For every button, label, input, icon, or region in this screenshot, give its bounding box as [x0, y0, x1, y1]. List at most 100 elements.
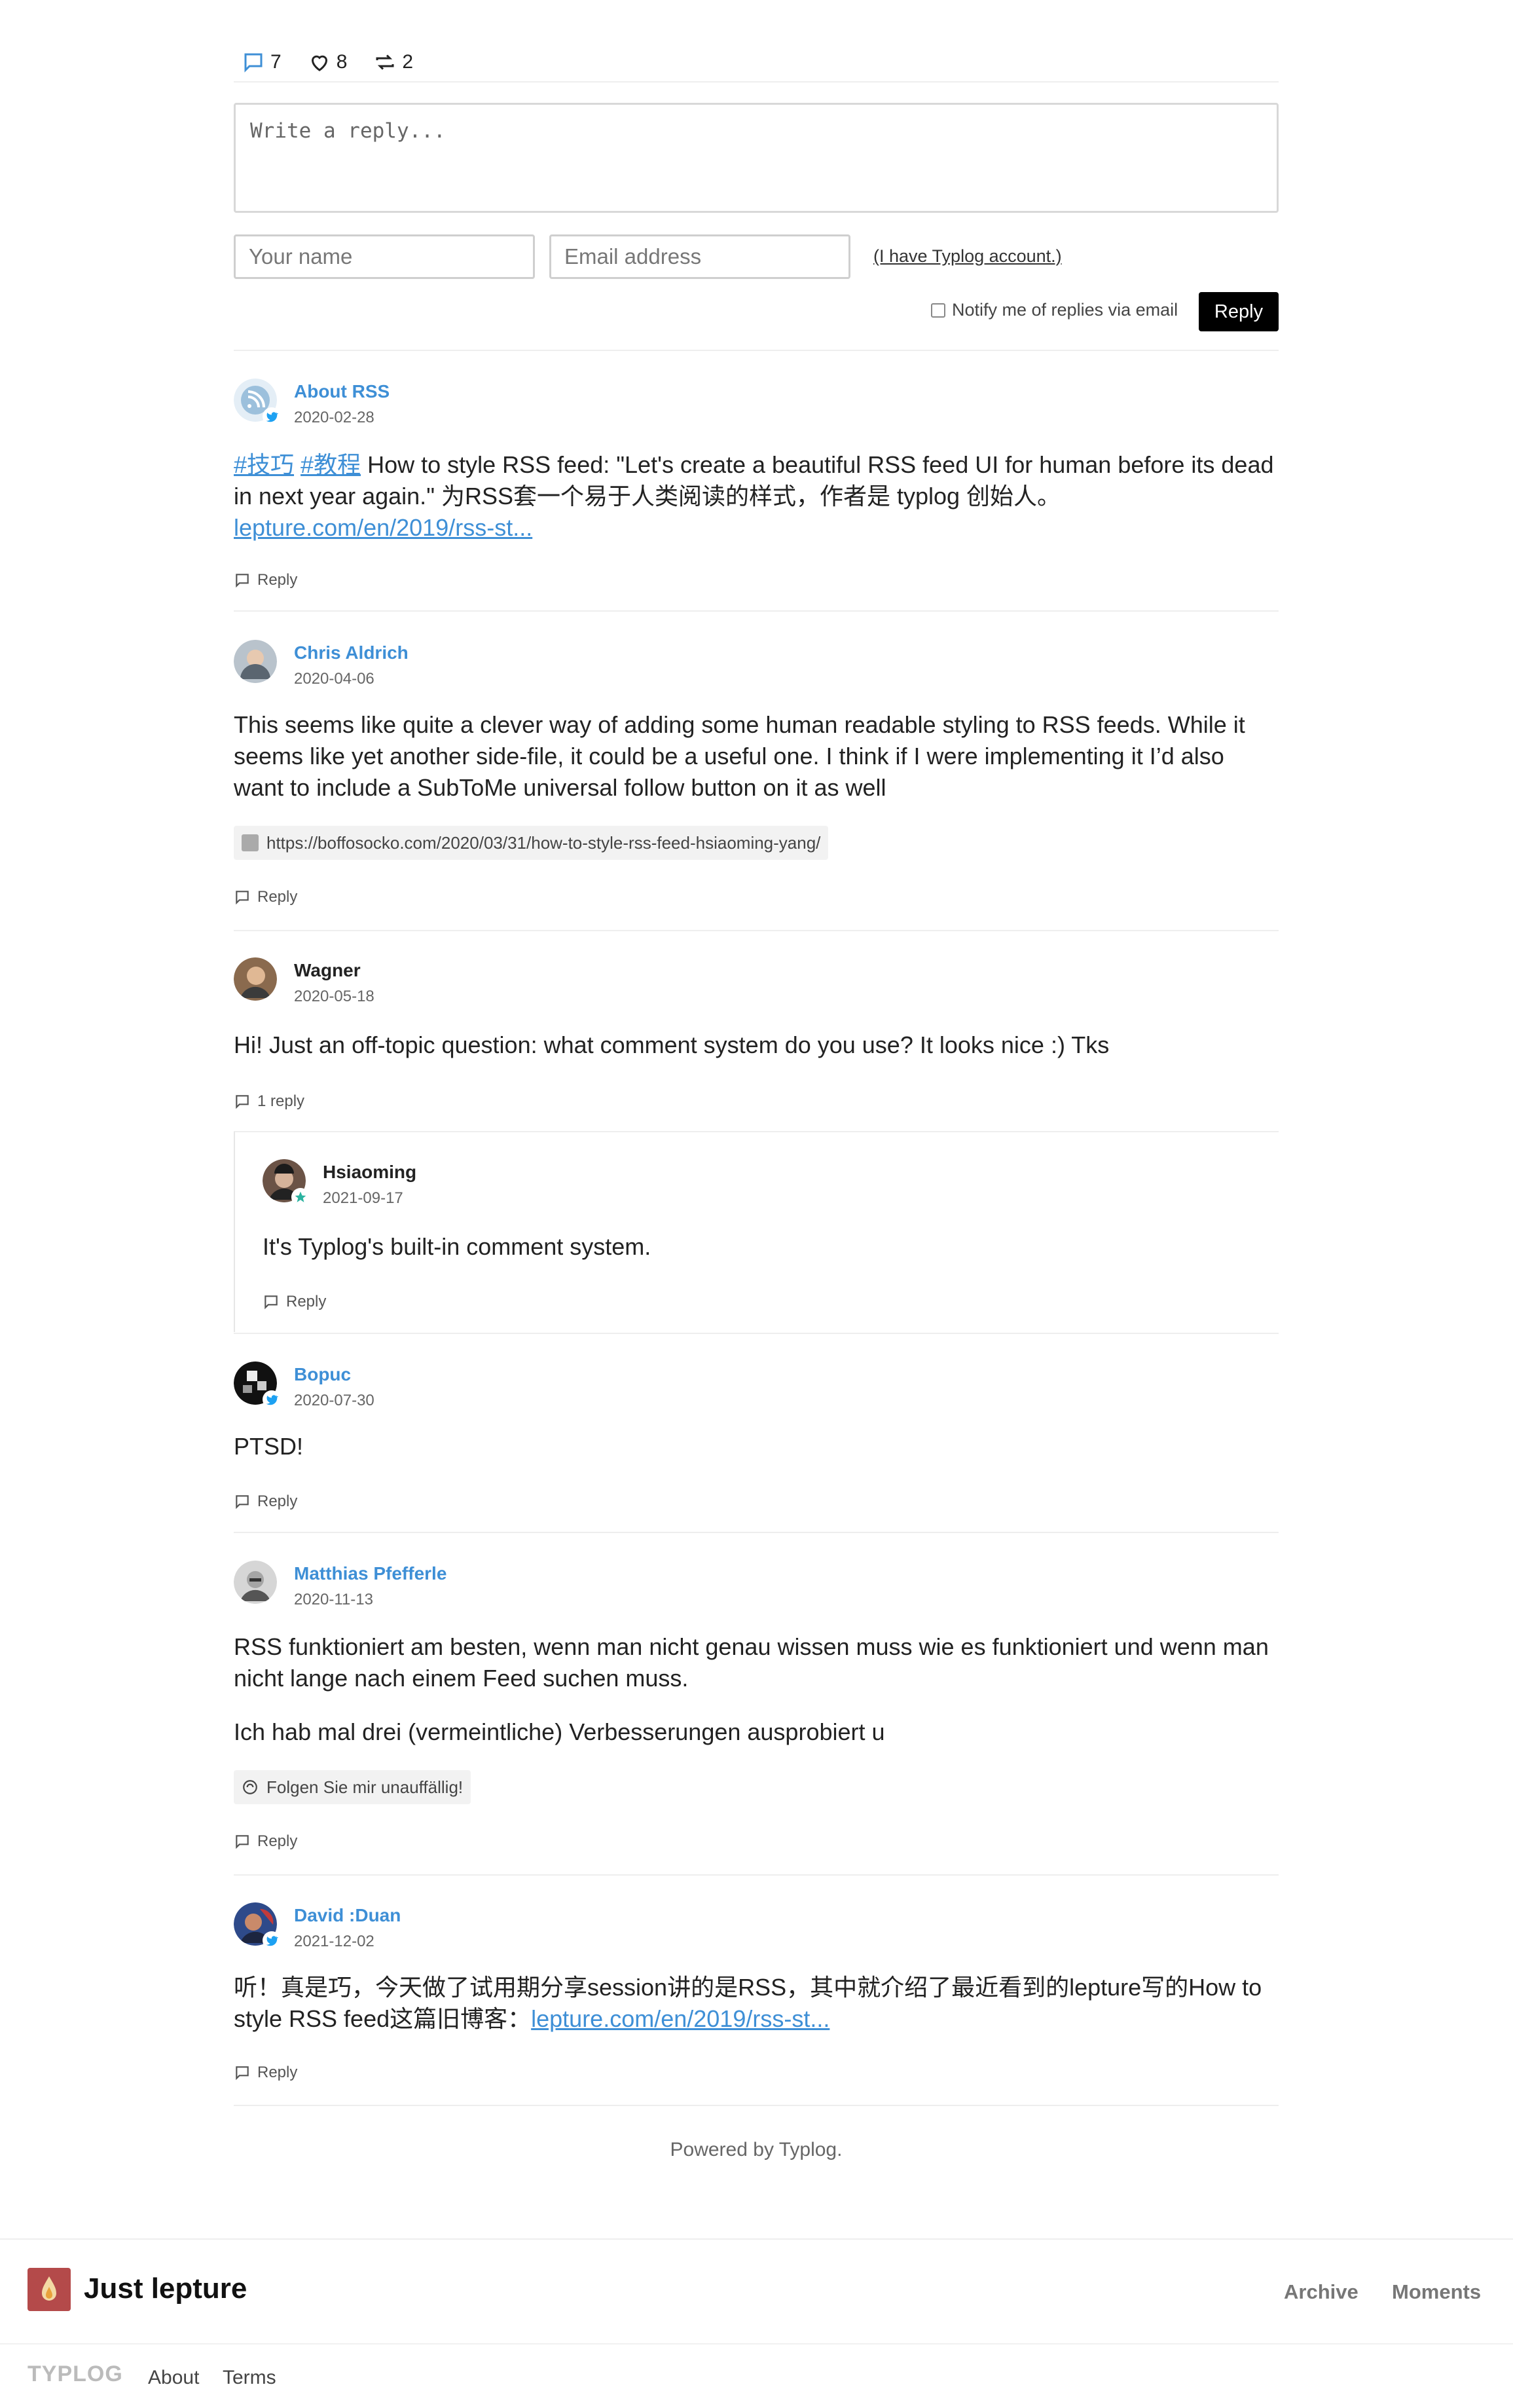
notify-checkbox[interactable] [931, 303, 945, 318]
divider [234, 1532, 1279, 1533]
notify-label: Notify me of replies via email [952, 300, 1178, 320]
avatar[interactable] [234, 1561, 277, 1604]
divider [234, 1874, 1279, 1876]
reposts-count-value: 2 [402, 51, 414, 73]
comment-author[interactable]: Chris Aldrich [294, 642, 409, 663]
reply-link[interactable]: Reply [234, 2064, 297, 2082]
reply-label: Reply [257, 1492, 298, 1510]
avatar[interactable] [234, 1361, 281, 1409]
divider [0, 2343, 1513, 2344]
avatar[interactable] [234, 1902, 281, 1950]
person-avatar-icon [234, 957, 277, 1001]
reply-count-label: 1 reply [257, 1092, 305, 1110]
comment-icon [236, 574, 249, 588]
powered-by[interactable]: Powered by Typlog. [234, 2139, 1279, 2161]
nav-moments[interactable]: Moments [1392, 2280, 1481, 2304]
comment-date: 2020-02-28 [294, 409, 374, 426]
heart-icon [311, 55, 327, 71]
comment-text: PTSD! [234, 1433, 304, 1460]
reply-label: Reply [257, 571, 298, 589]
reply-label: Reply [257, 1832, 298, 1850]
submit-reply-button[interactable]: Reply [1199, 292, 1279, 331]
reply-link[interactable]: Reply [234, 1492, 297, 1511]
comment-text: It's Typlog's built-in comment system. [263, 1233, 651, 1260]
avatar[interactable] [234, 640, 277, 683]
link-preview[interactable]: https://boffosocko.com/2020/03/31/how-to… [234, 826, 829, 860]
likes-count[interactable]: 8 [308, 50, 348, 74]
link-preview-title: Folgen Sie mir unauffällig! [266, 1777, 464, 1797]
comments-count-value: 7 [270, 51, 282, 73]
divider [234, 2105, 1279, 2106]
comment-icon [236, 1095, 249, 1109]
comment-icon [264, 1295, 278, 1310]
reply-label: Reply [286, 1293, 327, 1310]
divider [0, 2238, 1513, 2240]
site-logo[interactable] [27, 2268, 71, 2311]
comment-link[interactable]: lepture.com/en/2019/rss-st... [234, 514, 532, 541]
twitter-icon [263, 1390, 281, 1409]
comment-icon [236, 891, 249, 905]
notify-option[interactable]: Notify me of replies via email [931, 300, 1178, 320]
comment-text: This seems like quite a clever way of ad… [234, 711, 1245, 801]
reposts-count[interactable]: 2 [373, 50, 413, 74]
email-input[interactable]: Email address [549, 234, 850, 279]
reply-link[interactable]: Reply [234, 888, 297, 906]
reply-thread-line [234, 1132, 235, 1332]
reply-label: Reply [257, 2064, 298, 2081]
avatar[interactable] [234, 379, 281, 426]
comment-text: RSS funktioniert am besten, wenn man nic… [234, 1633, 1269, 1692]
hashtag-link[interactable]: #教程 [301, 451, 361, 478]
favicon-icon [242, 834, 259, 851]
name-input[interactable]: Your name [234, 234, 535, 279]
comments-count[interactable]: 7 [242, 50, 282, 74]
comment-date: 2020-04-06 [294, 670, 374, 688]
reply-link[interactable]: Reply [263, 1293, 326, 1311]
comment-icon [236, 1495, 249, 1510]
reply-textarea[interactable]: Write a reply... [234, 103, 1279, 213]
comment-author[interactable]: Bopuc [294, 1364, 351, 1385]
comment-text: How to style RSS feed: "Let's create a b… [234, 451, 1274, 509]
person-avatar-icon [234, 1561, 277, 1604]
divider [234, 930, 1279, 931]
comment-text: Hi! Just an off-topic question: what com… [234, 1031, 1110, 1058]
footer-terms-link[interactable]: Terms [223, 2367, 276, 2389]
comment-date: 2021-12-02 [294, 1933, 374, 1950]
comment-date: 2021-09-17 [323, 1189, 403, 1207]
hashtag-link[interactable]: #技巧 [234, 451, 294, 478]
comment-body: #技巧 #教程 How to style RSS feed: "Let's cr… [234, 449, 1279, 544]
avatar[interactable] [234, 957, 277, 1001]
likes-count-value: 8 [336, 51, 348, 73]
comment-icon [236, 2066, 249, 2081]
site-title[interactable]: Just lepture [84, 2272, 247, 2305]
reply-link[interactable]: Reply [234, 571, 297, 589]
avatar[interactable] [263, 1159, 310, 1206]
comment-author[interactable]: Matthias Pfefferle [294, 1563, 447, 1584]
comment-icon [236, 1835, 249, 1849]
comment-body: 听！真是巧，今天做了试用期分享session讲的是RSS，其中就介绍了最近看到的… [234, 1972, 1279, 2035]
comment-author[interactable]: About RSS [294, 381, 390, 402]
footer-about-link[interactable]: About [148, 2367, 199, 2389]
comment-date: 2020-05-18 [294, 988, 374, 1005]
typlog-account-link[interactable]: (I have Typlog account.) [873, 246, 1062, 267]
comment-author[interactable]: David :Duan [294, 1905, 401, 1926]
comment-body: RSS funktioniert am besten, wenn man nic… [234, 1631, 1279, 1770]
flame-icon [42, 2276, 56, 2301]
divider [234, 1131, 1279, 1132]
comment-icon [244, 53, 263, 73]
comment-author[interactable]: Wagner [294, 960, 361, 981]
typlog-brand[interactable]: TYPLOG [27, 2362, 123, 2387]
reply-link[interactable]: Reply [234, 1832, 297, 1851]
link-preview-icon [243, 1780, 257, 1794]
divider [234, 610, 1279, 612]
comment-date: 2020-11-13 [294, 1591, 373, 1608]
comment-text: Ich hab mal drei (vermeintliche) Verbess… [234, 1718, 885, 1745]
divider [234, 1333, 1279, 1334]
link-preview[interactable]: Folgen Sie mir unauffällig! [234, 1770, 471, 1804]
comment-author[interactable]: Hsiaoming [323, 1162, 416, 1183]
divider [234, 350, 1279, 351]
nav-archive[interactable]: Archive [1284, 2280, 1358, 2304]
comment-link[interactable]: lepture.com/en/2019/rss-st... [531, 2005, 829, 2032]
person-avatar-icon [234, 640, 277, 683]
repost-icon [376, 54, 394, 70]
replies-toggle[interactable]: 1 reply [234, 1092, 304, 1111]
